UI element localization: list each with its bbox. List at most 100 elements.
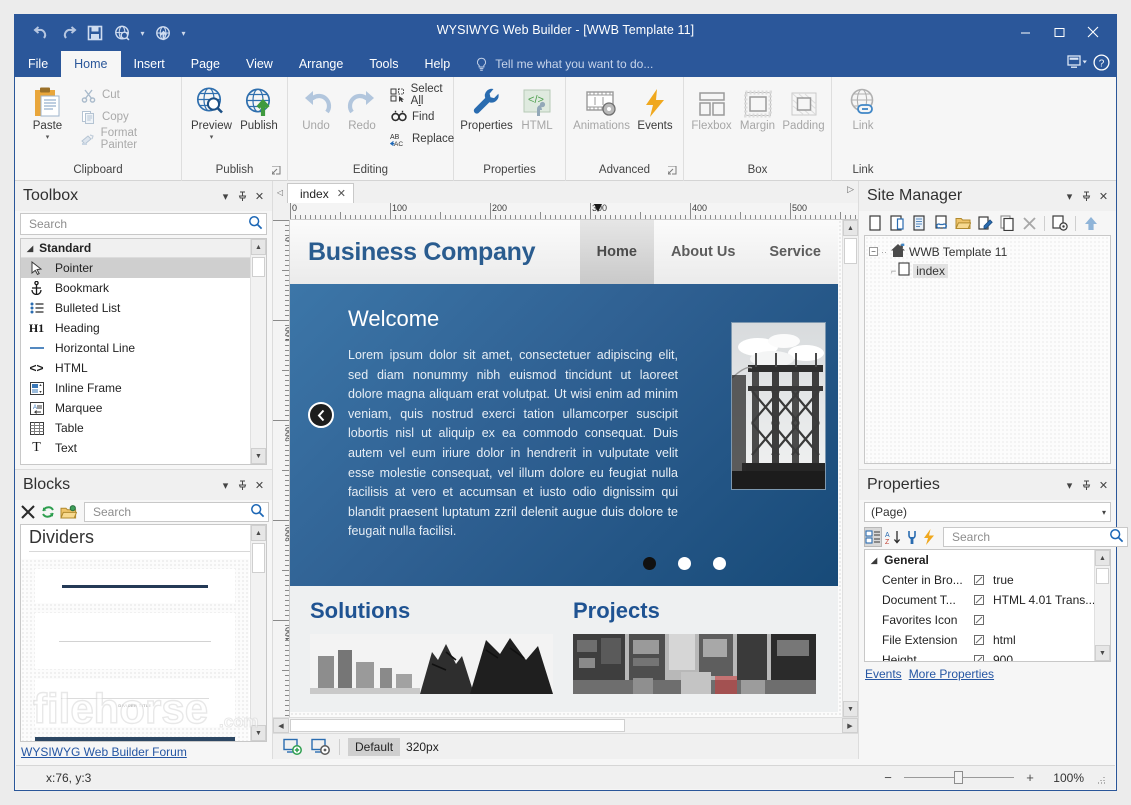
property-row[interactable]: Height 900 [865, 650, 1110, 662]
tell-me-box[interactable]: Tell me what you want to do... [475, 51, 653, 77]
site-manager-close-icon[interactable]: ✕ [1095, 186, 1112, 206]
ribbon-display-icon[interactable] [1067, 55, 1088, 74]
blocks-scrollbar[interactable]: ▲ ▼ [250, 525, 266, 741]
duplicate-page-button[interactable] [997, 213, 1017, 233]
refresh-blocks-button[interactable] [40, 502, 56, 522]
toolbox-item-table[interactable]: Table [21, 418, 266, 438]
scroll-up-icon[interactable]: ▲ [251, 239, 266, 255]
property-row[interactable]: File Extension html [865, 630, 1110, 650]
toolbox-item-heading[interactable]: H1 Heading [21, 318, 266, 338]
tree-node-index[interactable]: ⌐ index [869, 261, 1106, 280]
scrollbar-thumb[interactable] [844, 238, 857, 264]
search-icon[interactable] [1109, 528, 1124, 546]
zoom-in-button[interactable]: + [1023, 771, 1037, 785]
zoom-out-button[interactable]: − [881, 771, 895, 785]
scrollbar-thumb[interactable] [1096, 568, 1109, 584]
hero-dot-3[interactable] [713, 557, 726, 570]
scrollbar-thumb[interactable] [290, 719, 625, 732]
property-value[interactable]: HTML 4.01 Trans... [989, 593, 1110, 607]
search-icon[interactable] [248, 215, 263, 233]
events-button[interactable] [922, 527, 936, 547]
site-brand[interactable]: Business Company [290, 220, 580, 284]
scroll-down-icon[interactable]: ▼ [251, 448, 266, 464]
scroll-left-icon[interactable]: ◀ [273, 718, 289, 733]
property-row[interactable]: Center in Bro... true [865, 570, 1110, 590]
blocks-close-icon[interactable]: ✕ [251, 475, 268, 495]
tabstrip-next-icon[interactable]: ▷ [847, 184, 854, 195]
close-button[interactable] [1076, 19, 1110, 45]
tab-arrange[interactable]: Arrange [286, 51, 356, 77]
site-manager-menu-caret-icon[interactable]: ▾ [1061, 186, 1078, 206]
zoom-slider-thumb[interactable] [954, 771, 963, 784]
maximize-button[interactable] [1042, 19, 1076, 45]
link-button[interactable]: Link [841, 82, 885, 134]
tab-file[interactable]: File [15, 51, 61, 77]
copy-button[interactable]: Copy [76, 107, 175, 127]
new-mobile-page-button[interactable] [887, 213, 907, 233]
paste-dropdown-caret[interactable]: ▾ [46, 135, 50, 141]
block-thumbnail[interactable]: DIVIDER TITLE [35, 679, 235, 727]
scroll-down-icon[interactable]: ▼ [251, 725, 266, 741]
cut-button[interactable]: Cut [76, 85, 175, 105]
properties-menu-caret-icon[interactable]: ▾ [1061, 475, 1078, 495]
toolbox-search[interactable] [20, 213, 267, 235]
property-binding-icon[interactable] [969, 635, 989, 645]
group-expander-icon[interactable]: ◢ [27, 244, 33, 253]
properties-close-icon[interactable]: ✕ [1095, 475, 1112, 495]
delete-page-button[interactable] [1019, 213, 1039, 233]
site-manager-pin-icon[interactable] [1078, 186, 1095, 206]
animations-button[interactable]: Animations [572, 82, 631, 134]
undo-button[interactable]: Undo [294, 82, 338, 134]
properties-target-combobox[interactable]: (Page) ▾ [864, 502, 1111, 522]
page-settings-button[interactable] [1050, 213, 1070, 233]
properties-pin-icon[interactable] [1078, 475, 1095, 495]
zoom-slider[interactable] [904, 777, 1014, 778]
scroll-down-icon[interactable]: ▼ [1095, 645, 1110, 661]
events-link[interactable]: Events [865, 667, 902, 681]
help-icon[interactable]: ? [1093, 54, 1110, 74]
tab-tools[interactable]: Tools [356, 51, 411, 77]
new-page-button[interactable] [865, 213, 885, 233]
canvas-vertical-scrollbar[interactable]: ▲ ▼ [842, 220, 858, 717]
design-canvas[interactable]: Business Company Home About Us Service W… [290, 220, 858, 717]
tab-view[interactable]: View [233, 51, 286, 77]
canvas-horizontal-scrollbar[interactable]: ◀ ▶ [273, 717, 858, 733]
property-value[interactable]: 900 [989, 653, 1110, 662]
property-pages-button[interactable] [905, 527, 919, 547]
search-icon[interactable] [250, 503, 265, 521]
select-all-button[interactable]: Select All [386, 85, 458, 105]
scroll-right-icon[interactable]: ▶ [842, 718, 858, 733]
properties-button[interactable]: Properties [460, 82, 513, 134]
toolbox-search-input[interactable] [27, 216, 248, 232]
format-painter-button[interactable]: Format Painter [76, 129, 175, 149]
property-value[interactable]: true [989, 573, 1110, 587]
toolbox-item-marquee[interactable]: A Marquee [21, 398, 266, 418]
property-row[interactable]: Favorites Icon [865, 610, 1110, 630]
close-icon[interactable]: ✕ [337, 187, 346, 200]
wysiwyg-forum-link[interactable]: WYSIWYG Web Builder Forum [21, 745, 187, 759]
minimize-button[interactable] [1008, 19, 1042, 45]
block-thumbnail[interactable] [35, 569, 235, 603]
block-thumbnail[interactable] [35, 613, 235, 669]
tab-home[interactable]: Home [61, 51, 120, 77]
property-binding-icon[interactable] [969, 615, 989, 625]
properties-search-input[interactable] [950, 529, 1109, 545]
scroll-down-icon[interactable]: ▼ [843, 701, 858, 717]
category-expander-icon[interactable]: ◢ [871, 556, 877, 565]
scrollbar-thumb[interactable] [252, 543, 265, 573]
hero-dot-2[interactable] [678, 557, 691, 570]
toolbox-item-horizontal-line[interactable]: Horizontal Line [21, 338, 266, 358]
html-button[interactable]: </> HTML [515, 82, 559, 134]
open-block-folder-button[interactable] [60, 502, 77, 522]
blocks-menu-caret-icon[interactable]: ▾ [217, 475, 234, 495]
block-thumbnail[interactable]: DIVIDER TITLE [35, 737, 235, 742]
properties-scrollbar[interactable]: ▲ ▼ [1094, 550, 1110, 661]
tab-help[interactable]: Help [412, 51, 464, 77]
tab-page[interactable]: Page [178, 51, 233, 77]
property-binding-icon[interactable] [969, 595, 989, 605]
advanced-dialog-launcher-icon[interactable] [667, 164, 678, 175]
toolbox-menu-caret-icon[interactable]: ▾ [217, 186, 234, 206]
expander-icon[interactable]: − [869, 247, 878, 256]
preview-dropdown-caret[interactable]: ▾ [210, 135, 214, 141]
replace-button[interactable]: ABAC Replace [386, 129, 458, 149]
